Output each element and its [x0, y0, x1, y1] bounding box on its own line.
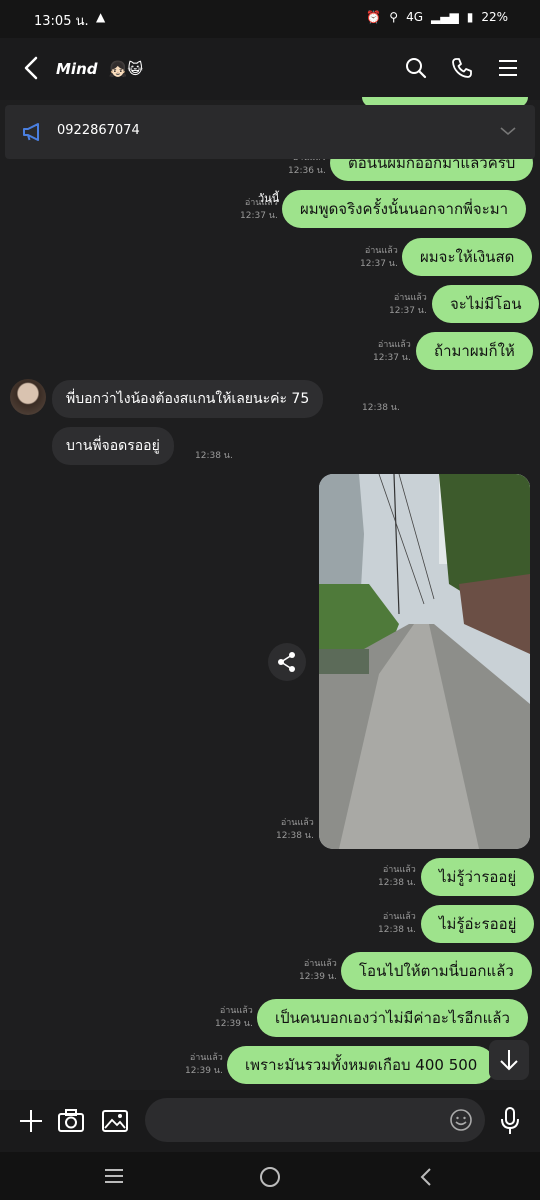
message-meta: อ่านแล้ว 12:37 น.: [360, 245, 398, 271]
arrow-down-icon: [500, 1050, 518, 1071]
message-time: 12:37 น.: [389, 306, 427, 316]
message-time: 12:37 น.: [360, 259, 398, 269]
photo-message[interactable]: [319, 474, 530, 849]
share-icon: [278, 652, 295, 672]
alley-photo: [319, 474, 530, 849]
battery-level: 22%: [481, 10, 508, 24]
read-receipt: อ่านแล้ว: [377, 340, 411, 350]
emoji-icon[interactable]: [449, 1108, 473, 1132]
status-time: 13:05 น.: [34, 14, 89, 29]
message-meta: อ่านแล้ว 12:39 น.: [185, 1052, 223, 1078]
message-bubble[interactable]: ถ้ามาผมก็ให้: [416, 332, 533, 370]
location-icon: ⚲: [389, 10, 399, 24]
message-meta: อ่านแล้ว 12:38 น.: [378, 911, 416, 937]
status-bar: 13:05 น. ▲ ⏰ ⚲ 4G ▂▄▆ ▮ 22%: [0, 0, 540, 38]
contact-emoji: 👧🏻😺: [108, 60, 144, 78]
read-receipt: อ่านแล้ว: [303, 959, 337, 969]
recent-apps-icon[interactable]: [103, 1166, 125, 1186]
message-meta: อ่านแล้ว 12:37 น.: [389, 292, 427, 318]
read-receipt: อ่านแล้ว: [189, 1053, 223, 1063]
message-time: 12:38 น.: [195, 451, 233, 461]
message-time: 12:39 น.: [299, 972, 337, 982]
message-meta: อ่านแล้ว 12:38 น.: [378, 864, 416, 890]
message-bubble[interactable]: ไม่รู้ว่ารออยู่: [421, 858, 535, 896]
message-bubble[interactable]: โอนไปให้ตามนี่บอกแล้ว: [341, 952, 532, 990]
system-nav-bar: [0, 1152, 540, 1200]
alarm-icon: ⏰: [366, 10, 382, 24]
back-nav-icon[interactable]: [416, 1165, 436, 1189]
pinned-announcement[interactable]: 0922867074: [5, 105, 535, 159]
avatar[interactable]: [10, 379, 46, 415]
read-receipt: อ่านแล้ว: [382, 865, 416, 875]
message-bubble-incoming[interactable]: พี่บอกว่าไงน้องต้องสแกนให้เลยนะค่ะ 75: [52, 380, 324, 418]
message-bubble[interactable]: จะไม่มีโอน: [432, 285, 540, 323]
chevron-down-icon[interactable]: [499, 125, 517, 137]
megaphone-icon: [23, 123, 39, 141]
header-actions: [404, 56, 520, 80]
chat-header: Mind 👧🏻😺: [0, 38, 540, 100]
message-time: 12:38 น.: [378, 925, 416, 935]
message-bubble[interactable]: ผมจะให้เงินสด: [402, 238, 533, 276]
back-icon[interactable]: [18, 54, 46, 82]
message-time: 12:36 น.: [288, 166, 326, 176]
navigation-arrow-icon: ▲: [96, 10, 106, 24]
signal-icon: ▂▄▆: [431, 10, 459, 24]
message-time: 12:38 น.: [362, 403, 400, 413]
message-bubble-incoming[interactable]: บานพี่จอดรออยู่: [52, 427, 174, 465]
message-time: 12:38 น.: [378, 878, 416, 888]
status-icons: ⏰ ⚲ 4G ▂▄▆ ▮ 22%: [366, 10, 508, 24]
read-receipt: อ่านแล้ว: [364, 246, 398, 256]
network-type: 4G: [406, 10, 424, 24]
message-time: 12:39 น.: [185, 1066, 223, 1076]
message-bubble[interactable]: เพราะมันรวมทั้งหมดเกือบ 400 500: [227, 1046, 496, 1084]
read-receipt: อ่านแล้ว: [219, 1006, 253, 1016]
battery-icon: ▮: [466, 10, 474, 24]
message-bubble[interactable]: ไม่รู้อ่ะรออยู่: [421, 905, 535, 943]
read-receipt: อ่านแล้ว: [280, 818, 314, 828]
message-time: 12:38 น.: [276, 831, 314, 841]
search-icon[interactable]: [404, 56, 428, 80]
chat-title: Mind 👧🏻😺: [56, 60, 143, 78]
read-receipt: อ่านแล้ว: [382, 912, 416, 922]
message-meta: อ่านแล้ว 12:39 น.: [215, 1005, 253, 1031]
message-meta: อ่านแล้ว 12:37 น.: [373, 339, 411, 365]
message-bubble[interactable]: ผมพูดจริงครั้งนั้นนอกจากพี่จะมา: [282, 190, 527, 228]
message-input[interactable]: [145, 1098, 485, 1142]
overlay-text: วันนี้: [258, 192, 280, 205]
microphone-icon[interactable]: [498, 1106, 522, 1136]
camera-icon[interactable]: [57, 1108, 85, 1134]
message-meta: อ่านแล้ว 12:38 น.: [276, 817, 314, 843]
image-icon[interactable]: [101, 1108, 129, 1134]
pinned-text: 0922867074: [57, 123, 140, 138]
scroll-to-bottom-button[interactable]: [489, 1040, 529, 1080]
message-time: 12:39 น.: [215, 1019, 253, 1029]
message-time: 12:37 น.: [240, 211, 278, 221]
message-time: 12:37 น.: [373, 353, 411, 363]
phone-icon[interactable]: [450, 56, 474, 80]
message-input-bar: [0, 1090, 540, 1152]
plus-icon[interactable]: [18, 1108, 44, 1134]
home-icon[interactable]: [258, 1165, 282, 1189]
message-meta: อ่านแล้ว 12:39 น.: [299, 958, 337, 984]
contact-name: Mind: [56, 60, 98, 78]
menu-icon[interactable]: [496, 56, 520, 80]
read-receipt: อ่านแล้ว: [393, 293, 427, 303]
share-button[interactable]: [268, 643, 306, 681]
message-bubble[interactable]: เป็นคนบอกเองว่าไม่มีค่าอะไรอีกแล้ว: [257, 999, 528, 1037]
